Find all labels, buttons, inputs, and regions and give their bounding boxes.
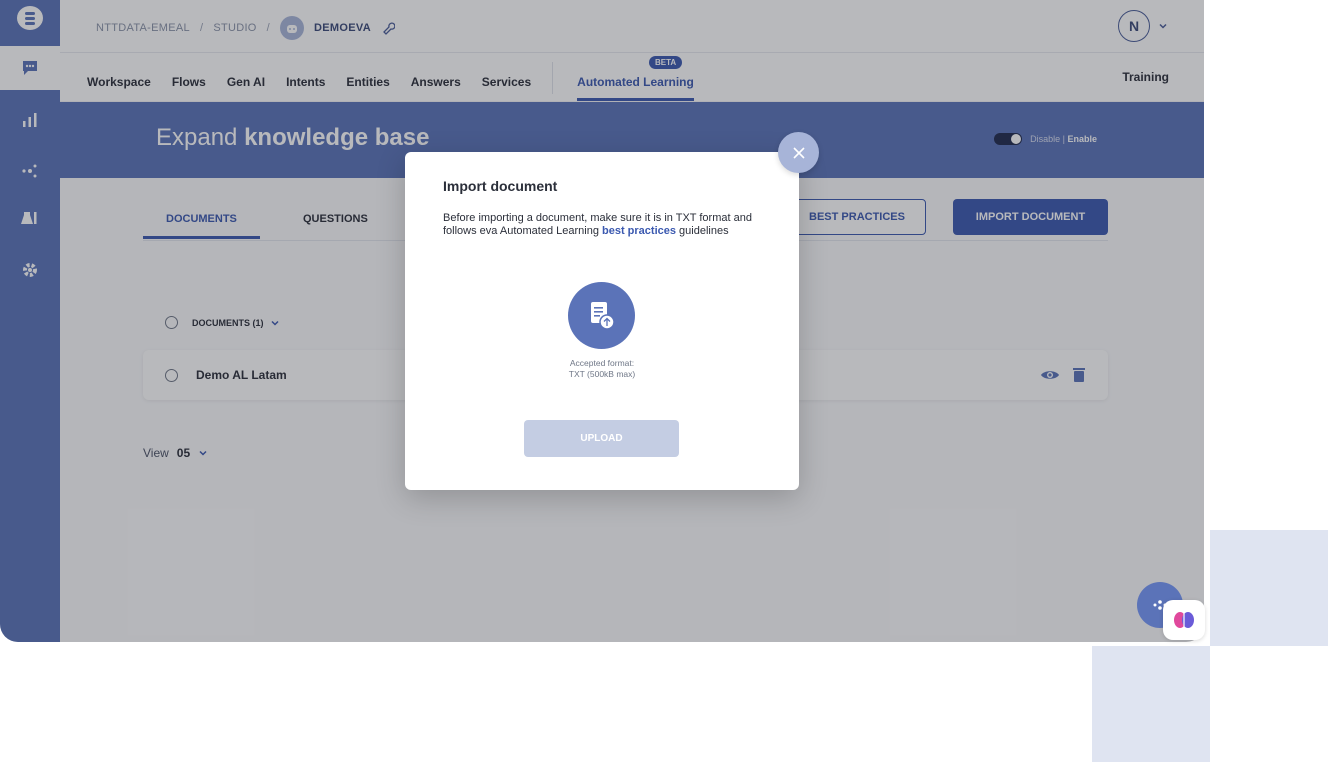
upload-button[interactable]: UPLOAD: [524, 420, 679, 457]
import-document-modal: Import document Before importing a docum…: [405, 152, 799, 490]
decorative-block: [1210, 530, 1328, 646]
close-modal-button[interactable]: [778, 132, 819, 173]
best-practices-link[interactable]: best practices: [602, 225, 676, 237]
document-upload-icon: [590, 301, 615, 330]
decorative-block: [1092, 646, 1210, 762]
upload-dropzone[interactable]: [568, 282, 635, 349]
brain-icon: [1174, 612, 1194, 628]
modal-description: Before importing a document, make sure i…: [443, 212, 752, 237]
brain-assistant-button[interactable]: [1163, 600, 1205, 640]
close-icon: [792, 146, 805, 159]
accepted-format-info: Accepted format: TXT (500kB max): [568, 358, 636, 379]
modal-title: Import document: [443, 178, 558, 194]
